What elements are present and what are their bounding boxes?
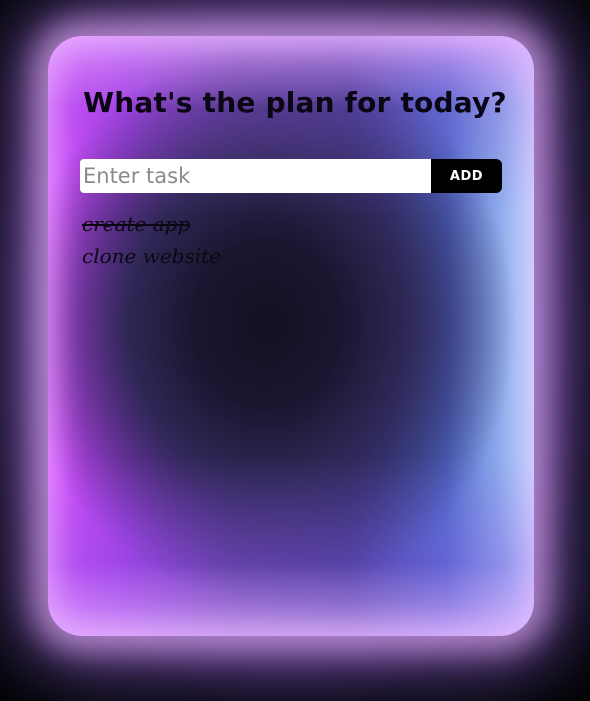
task-form: ADD (80, 159, 502, 193)
task-item[interactable]: clone website (82, 240, 221, 272)
add-task-button[interactable]: ADD (431, 159, 502, 193)
task-item[interactable]: create app (82, 208, 221, 240)
task-list: create app clone website (82, 208, 221, 272)
task-input[interactable] (80, 159, 431, 193)
todo-card (48, 36, 534, 636)
page-title: What's the plan for today? (83, 86, 507, 119)
